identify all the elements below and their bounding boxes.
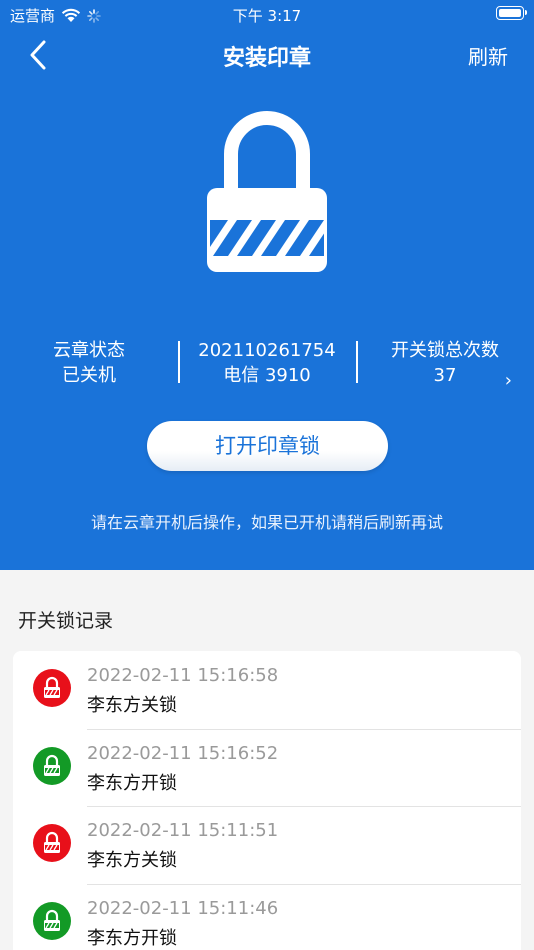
locked-status-icon bbox=[33, 669, 71, 707]
list-item[interactable]: 2022-02-11 15:11:51 李东方关锁 bbox=[13, 806, 521, 884]
record-text: 李东方开锁 bbox=[87, 772, 177, 794]
status-bar: 运营商 下午 3:17 bbox=[0, 0, 534, 28]
locked-status-icon bbox=[33, 824, 71, 862]
battery-icon bbox=[496, 6, 527, 20]
record-time: 2022-02-11 15:16:52 bbox=[87, 742, 279, 764]
stat-label: 云章状态 bbox=[53, 340, 125, 361]
chevron-right-icon: › bbox=[504, 370, 512, 391]
record-text: 李东方开锁 bbox=[87, 927, 177, 949]
record-text: 李东方关锁 bbox=[87, 695, 177, 716]
list-item[interactable]: 2022-02-11 15:16:52 李东方开锁 bbox=[13, 728, 521, 807]
stat-label: 开关锁总次数 bbox=[391, 340, 499, 361]
stat-device-id: 202110261754 电信 3910 bbox=[178, 338, 356, 390]
record-time: 2022-02-11 15:11:51 bbox=[87, 820, 279, 841]
stat-value: 电信 3910 bbox=[223, 365, 311, 386]
refresh-button[interactable]: 刷新 bbox=[468, 41, 508, 70]
seal-lock-icon bbox=[207, 111, 327, 272]
stat-value: 已关机 bbox=[62, 365, 116, 386]
records-title: 开关锁记录 bbox=[18, 610, 114, 632]
record-time: 2022-02-11 15:16:58 bbox=[87, 665, 279, 686]
device-stats: 云章状态 已关机 202110261754 电信 3910 开关锁总次数 37 … bbox=[0, 338, 534, 391]
record-text: 李东方关锁 bbox=[87, 850, 177, 871]
stat-label: 202110261754 bbox=[198, 340, 336, 361]
stat-device-status: 云章状态 已关机 bbox=[0, 338, 178, 390]
stat-lock-count[interactable]: 开关锁总次数 37 › bbox=[356, 338, 534, 391]
status-time: 下午 3:17 bbox=[232, 7, 302, 25]
page-title: 安装印章 bbox=[222, 46, 311, 71]
list-item[interactable]: 2022-02-11 15:16:58 李东方关锁 bbox=[13, 651, 521, 729]
navigation-bar: 安装印章 刷新 bbox=[0, 30, 534, 80]
hint-text: 请在云章开机后操作，如果已开机请稍后刷新再试 bbox=[90, 513, 443, 532]
header-panel: 运营商 下午 3:17 安装印章 刷新 云章状态 已关机 20211026175… bbox=[0, 0, 534, 570]
unlocked-status-icon bbox=[33, 901, 71, 940]
lock-records-list: 2022-02-11 15:16:58 李东方关锁 2022-02-11 15:… bbox=[13, 651, 521, 950]
open-seal-lock-button[interactable]: 打开印章锁 bbox=[147, 421, 388, 471]
record-time: 2022-02-11 15:11:46 bbox=[87, 897, 279, 919]
unlocked-status-icon bbox=[33, 746, 71, 785]
list-item[interactable]: 2022-02-11 15:11:46 李东方开锁 bbox=[13, 883, 521, 950]
